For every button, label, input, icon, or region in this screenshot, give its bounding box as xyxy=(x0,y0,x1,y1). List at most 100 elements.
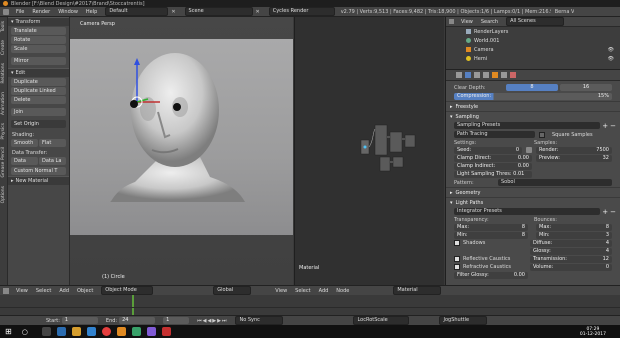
scale-button[interactable]: Scale xyxy=(11,45,66,53)
data-layout-button[interactable]: Data La xyxy=(39,157,66,165)
store-icon[interactable] xyxy=(86,327,96,336)
mode-selector[interactable]: Object Mode xyxy=(101,286,154,295)
render-tab-icon[interactable] xyxy=(456,72,462,78)
shadows-checkbox[interactable] xyxy=(454,240,460,246)
outliner-menu-search[interactable]: Search xyxy=(477,19,502,25)
edge-icon[interactable] xyxy=(56,327,66,336)
app-icon[interactable] xyxy=(131,327,141,336)
outliner-item[interactable]: RenderLayers xyxy=(446,27,620,36)
pattern-dropdown[interactable]: Sobol xyxy=(498,179,612,186)
world-tab-icon[interactable] xyxy=(483,72,489,78)
head-model[interactable] xyxy=(70,17,293,285)
light-threshold-field[interactable]: Light Sampling Thres: 0.01 xyxy=(454,170,532,178)
windows-start-icon[interactable]: ⊞ xyxy=(5,327,12,336)
translate-button[interactable]: Translate xyxy=(11,27,66,35)
remove-integrator-preset-icon[interactable]: − xyxy=(610,208,616,216)
close-scene-icon[interactable]: ✕ xyxy=(256,9,260,15)
layout-selector[interactable]: Default xyxy=(105,7,169,16)
delete-button[interactable]: Delete xyxy=(11,96,66,104)
3d-menu-add[interactable]: Add xyxy=(55,288,73,294)
clamp-direct-field[interactable]: Clamp Direct: 0.00 xyxy=(454,154,532,162)
search-icon[interactable]: ○ xyxy=(22,328,28,336)
task-view-icon[interactable] xyxy=(41,327,51,336)
diffuse-bounces-field[interactable]: Diffuse: 4 xyxy=(530,239,612,247)
depth-8-button[interactable]: 8 xyxy=(506,84,558,91)
chrome-icon[interactable] xyxy=(101,327,111,336)
square-samples-checkbox[interactable] xyxy=(539,131,545,138)
outliner-item[interactable]: World.001 xyxy=(446,36,620,45)
geometry-panel-header[interactable]: ▸ Geometry xyxy=(446,187,620,197)
light-paths-panel-header[interactable]: ▾ Light Paths xyxy=(446,197,620,207)
refractive-caustics-checkbox[interactable] xyxy=(454,264,460,270)
current-frame-marker[interactable] xyxy=(132,295,134,315)
flat-button[interactable]: Flat xyxy=(39,139,66,147)
sync-mode-dropdown[interactable]: No Sync xyxy=(235,316,284,325)
outliner-item[interactable]: Hemi 👁 xyxy=(446,54,620,63)
visibility-eye-icon[interactable]: 👁 xyxy=(608,56,614,62)
node-menu-select[interactable]: Select xyxy=(291,288,314,294)
material-tab-icon[interactable] xyxy=(510,72,516,78)
tab-animation[interactable]: Animation xyxy=(1,92,6,115)
integrator-dropdown[interactable]: Path Tracing xyxy=(454,131,535,138)
tab-create[interactable]: Create xyxy=(1,40,6,55)
freestyle-panel-header[interactable]: ▸ Freestyle xyxy=(446,101,620,111)
node-menu-view[interactable]: View xyxy=(271,288,291,294)
compression-slider[interactable]: Compression: 15% xyxy=(454,93,612,100)
glossy-bounces-field[interactable]: Glossy: 4 xyxy=(530,247,612,255)
scene-selector[interactable]: Scene xyxy=(184,7,253,16)
add-preset-icon[interactable]: + xyxy=(602,122,608,130)
node-graph[interactable] xyxy=(295,17,445,285)
sampling-panel-header[interactable]: ▾ Sampling xyxy=(446,111,620,121)
duplicate-linked-button[interactable]: Duplicate Linked xyxy=(11,87,66,95)
duplicate-button[interactable]: Duplicate xyxy=(11,78,66,86)
set-origin-dropdown[interactable]: Set Origin xyxy=(11,120,66,128)
app-icon[interactable] xyxy=(146,327,156,336)
custom-normal-button[interactable]: Custom Normal T xyxy=(11,167,66,175)
menu-help[interactable]: Help xyxy=(82,9,101,15)
app-icon[interactable] xyxy=(161,327,171,336)
new-material-panel-header[interactable]: ▸ New Material xyxy=(8,176,69,185)
bounces-max-field[interactable]: Max: 8 xyxy=(536,223,612,231)
menu-window[interactable]: Window xyxy=(54,9,82,15)
tab-options[interactable]: Options xyxy=(1,186,6,203)
outliner-editor-icon[interactable] xyxy=(449,19,454,24)
tab-tools[interactable]: Tools xyxy=(1,21,6,32)
tab-grease-pencil[interactable]: Grease Pencil xyxy=(1,147,6,177)
mirror-button[interactable]: Mirror xyxy=(11,57,66,65)
tab-relations[interactable]: Relations xyxy=(1,63,6,84)
transparency-max-field[interactable]: Max: 8 xyxy=(454,223,528,231)
node-editor[interactable]: Material xyxy=(294,17,444,285)
seed-field[interactable]: Seed: 0 xyxy=(454,146,522,154)
sampling-presets-dropdown[interactable]: Sampling Presets xyxy=(454,122,601,129)
data-button[interactable]: Data xyxy=(11,157,38,165)
volume-bounces-field[interactable]: Volume: 0 xyxy=(530,263,612,271)
visibility-eye-icon[interactable]: 👁 xyxy=(608,47,614,53)
modifiers-tab-icon[interactable] xyxy=(501,72,507,78)
edit-panel-header[interactable]: ▾ Edit xyxy=(8,68,69,77)
render-layers-tab-icon[interactable] xyxy=(465,72,471,78)
3d-view-editor-icon[interactable] xyxy=(3,287,9,294)
3d-menu-select[interactable]: Select xyxy=(32,288,55,294)
scene-tab-icon[interactable] xyxy=(474,72,480,78)
timeline[interactable] xyxy=(0,295,620,315)
3d-menu-view[interactable]: View xyxy=(12,288,32,294)
orientation-selector[interactable]: Global xyxy=(213,286,252,295)
bounces-min-field[interactable]: Min: 3 xyxy=(536,231,612,239)
jogshuttle-field[interactable]: JogShuttle xyxy=(439,316,488,325)
rotate-button[interactable]: Rotate xyxy=(11,36,66,44)
object-tab-icon[interactable] xyxy=(492,72,498,78)
integrator-presets-dropdown[interactable]: Integrator Presets xyxy=(454,208,601,215)
tab-physics[interactable]: Physics xyxy=(1,123,6,140)
node-material-selector[interactable]: Material xyxy=(393,286,442,295)
render-samples-field[interactable]: Render: 7500 xyxy=(536,146,612,154)
node-menu-node[interactable]: Node xyxy=(332,288,353,294)
menu-file[interactable]: File xyxy=(12,9,28,15)
render-engine-selector[interactable]: Cycles Render xyxy=(268,7,335,16)
start-frame-field[interactable]: 1 xyxy=(61,317,98,324)
menu-render[interactable]: Render xyxy=(28,9,54,15)
playback-controls[interactable]: ⏮◀◀▶▶⏭ xyxy=(197,318,227,324)
outliner-menu-view[interactable]: View xyxy=(457,19,477,25)
remove-preset-icon[interactable]: − xyxy=(610,122,616,130)
add-integrator-preset-icon[interactable]: + xyxy=(602,208,608,216)
blender-taskbar-icon[interactable] xyxy=(116,327,126,336)
